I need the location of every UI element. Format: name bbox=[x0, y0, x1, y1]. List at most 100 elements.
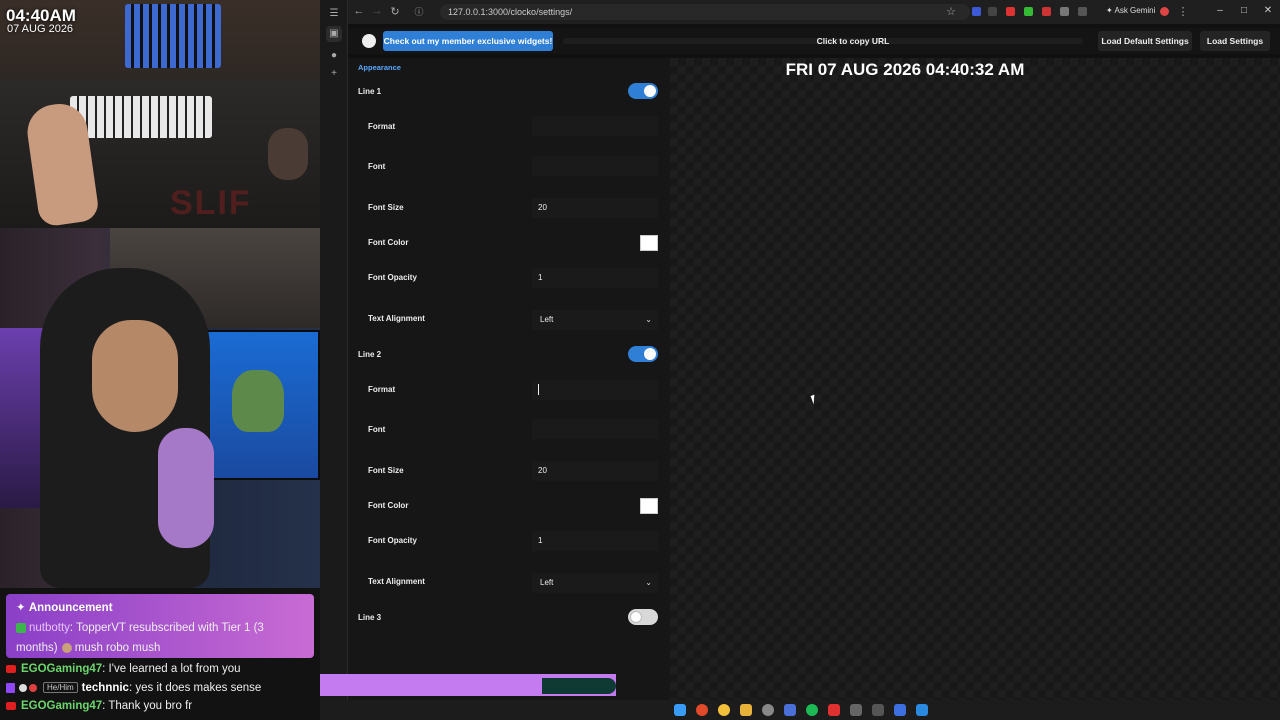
megaphone-icon: ✦ bbox=[16, 602, 29, 614]
extension-icon[interactable] bbox=[1006, 7, 1015, 16]
load-settings-button[interactable]: Load Settings bbox=[1200, 31, 1270, 51]
line-2-align-label: Text Alignment bbox=[368, 577, 425, 586]
spotify-icon[interactable] bbox=[806, 704, 818, 716]
close-icon[interactable]: ✕ bbox=[1258, 5, 1278, 16]
line-1-color-swatch[interactable] bbox=[640, 235, 658, 251]
chat-user: EGOGaming47 bbox=[21, 700, 103, 712]
emote-icon bbox=[61, 642, 72, 653]
app-icon[interactable] bbox=[762, 704, 774, 716]
forward-icon[interactable]: → bbox=[370, 5, 384, 17]
app-icon[interactable] bbox=[872, 704, 884, 716]
line-2-font-label: Font bbox=[368, 425, 386, 434]
announcement-card: ✦ Announcement nutbotty: TopperVT resubs… bbox=[6, 594, 314, 658]
line-1-heading: Line 1 bbox=[358, 87, 382, 96]
start-icon[interactable] bbox=[674, 704, 686, 716]
face-camera bbox=[0, 228, 320, 588]
line-3-heading: Line 3 bbox=[358, 613, 382, 622]
select-value: Left bbox=[540, 315, 554, 324]
member-widgets-button[interactable]: Check out my member exclusive widgets! bbox=[383, 31, 553, 51]
settings-page: Check out my member exclusive widgets! C… bbox=[348, 24, 1280, 700]
toggle-knob bbox=[644, 85, 656, 97]
folder-icon[interactable] bbox=[740, 704, 752, 716]
line-2-opacity-label: Font Opacity bbox=[368, 536, 417, 545]
tab-icon[interactable]: ▣ bbox=[326, 26, 342, 42]
line-1-align-label: Text Alignment bbox=[368, 314, 425, 323]
ask-gemini-button[interactable]: ✦ Ask Gemini bbox=[1106, 6, 1155, 15]
chrome-icon[interactable] bbox=[718, 704, 730, 716]
app-icon[interactable] bbox=[894, 704, 906, 716]
youtube-icon bbox=[6, 664, 16, 673]
twitch-icon bbox=[6, 682, 15, 693]
extension-icon[interactable] bbox=[972, 7, 981, 16]
youtube-icon bbox=[6, 701, 16, 710]
page-toolbar: Check out my member exclusive widgets! C… bbox=[348, 28, 1280, 54]
line-2-format-input[interactable] bbox=[532, 380, 658, 400]
sidebar-toggle-icon[interactable]: ☰ bbox=[326, 6, 342, 22]
line-2-opacity-input[interactable]: 1 bbox=[532, 531, 658, 551]
line-2-format-label: Format bbox=[368, 385, 396, 394]
active-tab-icon[interactable]: ● bbox=[326, 48, 342, 64]
browser-icon[interactable] bbox=[696, 704, 708, 716]
chat-message: He/Him technnic: yes it does makes sense bbox=[6, 682, 261, 694]
line-3-toggle[interactable] bbox=[628, 609, 658, 625]
chat-message: EGOGaming47: Thank you bro fr bbox=[6, 700, 192, 712]
line-2-color-swatch[interactable] bbox=[640, 498, 658, 514]
bookmark-star-icon[interactable]: ☆ bbox=[944, 5, 958, 18]
url-field[interactable]: 127.0.0.1:3000/clocko/settings/ bbox=[440, 4, 970, 20]
chevron-down-icon: ⌄ bbox=[645, 578, 652, 587]
line-1-align-select[interactable]: Left ⌄ bbox=[532, 310, 658, 330]
check-icon bbox=[16, 622, 26, 633]
toggle-knob bbox=[630, 611, 642, 623]
vscode-icon[interactable] bbox=[916, 704, 928, 716]
chat-text: : Thank you bro fr bbox=[102, 700, 193, 712]
profile-icon[interactable] bbox=[1160, 7, 1169, 16]
line-1-format-label: Format bbox=[368, 122, 396, 131]
line-2-font-input[interactable] bbox=[532, 419, 658, 439]
announcement-title: Announcement bbox=[28, 602, 113, 614]
new-tab-icon[interactable]: + bbox=[326, 66, 342, 82]
stream-overlay: SLIF 04:40AM 07 AUG 2026 ✦ Announcement … bbox=[0, 0, 320, 720]
extension-icon[interactable] bbox=[1078, 7, 1087, 16]
select-value: Left bbox=[540, 578, 554, 587]
site-info-icon[interactable]: ⓘ bbox=[412, 5, 426, 18]
line-1-opacity-input[interactable]: 1 bbox=[532, 268, 658, 288]
section-heading: Appearance bbox=[358, 63, 401, 72]
maximize-icon[interactable]: □ bbox=[1234, 5, 1254, 16]
extension-icon[interactable] bbox=[1024, 7, 1033, 16]
stream-bottom-bar-accent bbox=[542, 678, 616, 694]
copy-url-button[interactable]: Click to copy URL bbox=[793, 28, 913, 54]
announcement-user: nutbotty bbox=[29, 622, 70, 634]
line-1-font-input[interactable] bbox=[532, 156, 658, 176]
keyboard bbox=[70, 96, 212, 138]
chat-text: : I've learned a lot from you bbox=[102, 663, 241, 675]
extension-icon[interactable] bbox=[1042, 7, 1051, 16]
back-icon[interactable]: ← bbox=[352, 5, 366, 17]
line-1-toggle[interactable] bbox=[628, 83, 658, 99]
text-caret bbox=[538, 384, 539, 396]
chat-message: EGOGaming47: I've learned a lot from you bbox=[6, 663, 241, 675]
chevron-down-icon: ⌄ bbox=[645, 315, 652, 324]
menu-dots-icon[interactable]: ⋮ bbox=[1176, 5, 1190, 18]
line-2-align-select[interactable]: Left ⌄ bbox=[532, 573, 658, 593]
reload-icon[interactable]: ↻ bbox=[388, 5, 402, 18]
app-icon[interactable] bbox=[828, 704, 840, 716]
announcement-text-2: mush robo mush bbox=[71, 642, 161, 654]
line-2-heading: Line 2 bbox=[358, 350, 382, 359]
extension-icon[interactable] bbox=[1060, 7, 1069, 16]
line-2-size-input[interactable]: 20 bbox=[532, 461, 658, 481]
app-icon[interactable] bbox=[850, 704, 862, 716]
minimize-icon[interactable]: – bbox=[1210, 5, 1230, 16]
settings-panel: Appearance Line 1 Format Font Font Size … bbox=[348, 58, 670, 700]
ask-gemini-label: Ask Gemini bbox=[1114, 6, 1156, 15]
line-1-font-label: Font bbox=[368, 162, 386, 171]
streamer-face bbox=[92, 320, 178, 432]
extension-icon[interactable] bbox=[988, 7, 997, 16]
line-1-size-input[interactable]: 20 bbox=[532, 198, 658, 218]
load-default-settings-button[interactable]: Load Default Settings bbox=[1098, 31, 1192, 51]
line-1-format-input[interactable] bbox=[532, 116, 658, 136]
app-icon[interactable] bbox=[784, 704, 796, 716]
chat-user: EGOGaming47 bbox=[21, 663, 103, 675]
line-1-size-label: Font Size bbox=[368, 203, 404, 212]
line-2-toggle[interactable] bbox=[628, 346, 658, 362]
taskbar bbox=[320, 700, 1280, 720]
